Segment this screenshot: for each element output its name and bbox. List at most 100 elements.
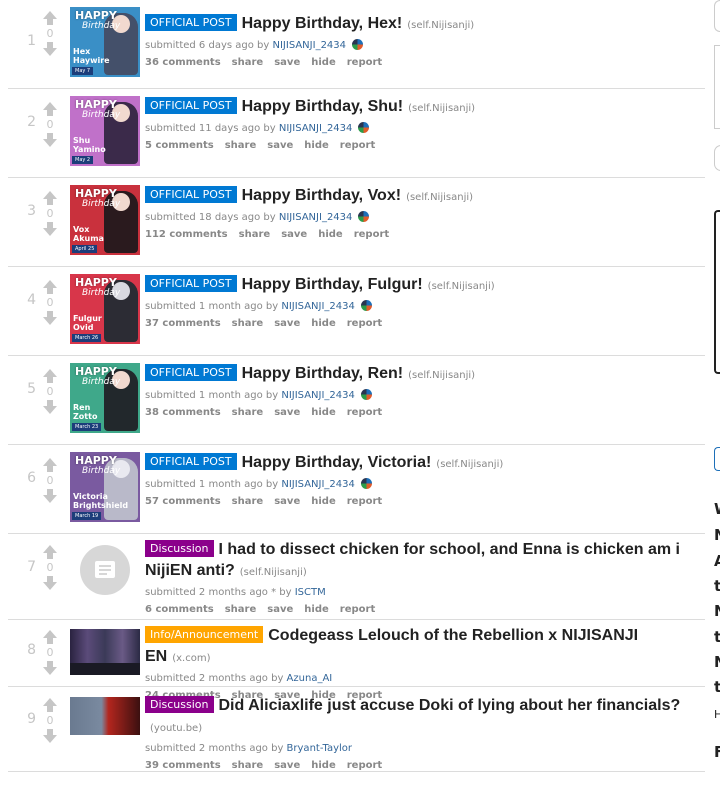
report-button[interactable]: report <box>340 604 375 615</box>
report-button[interactable]: report <box>347 318 382 329</box>
report-button[interactable]: report <box>347 57 382 68</box>
post-thumbnail[interactable] <box>70 697 140 735</box>
share-button[interactable]: share <box>232 57 264 68</box>
post-title[interactable]: Did Aliciaxlife just accuse Doki of lyin… <box>219 697 681 714</box>
post-thumbnail[interactable]: HAPPY Birthday Fulgur Ovid March 26 <box>70 274 140 344</box>
post-title[interactable]: Happy Birthday, Shu! <box>242 98 404 115</box>
save-button[interactable]: save <box>267 140 293 151</box>
share-button[interactable]: share <box>239 229 271 240</box>
downvote-icon[interactable] <box>41 489 59 503</box>
self-post-icon[interactable] <box>80 545 130 595</box>
post-title[interactable]: Happy Birthday, Fulgur! <box>242 276 423 293</box>
official-post-flair[interactable]: OFFICIAL POST <box>145 275 237 292</box>
downvote-icon[interactable] <box>41 400 59 414</box>
upvote-icon[interactable] <box>41 458 59 472</box>
comments-link[interactable]: 5 comments <box>145 140 214 151</box>
downvote-icon[interactable] <box>41 661 59 675</box>
upvote-icon[interactable] <box>41 545 59 559</box>
report-button[interactable]: report <box>347 496 382 507</box>
downvote-icon[interactable] <box>41 576 59 590</box>
report-button[interactable]: report <box>347 407 382 418</box>
share-button[interactable]: share <box>232 496 264 507</box>
post-domain[interactable]: (self.Nijisanji) <box>436 459 503 470</box>
hide-button[interactable]: hide <box>318 229 343 240</box>
post-domain[interactable]: (self.Nijisanji) <box>428 281 495 292</box>
save-button[interactable]: save <box>274 496 300 507</box>
author-link[interactable]: NIJISANJI_2434 <box>281 479 355 490</box>
save-button[interactable]: save <box>267 604 293 615</box>
post-title[interactable]: I had to dissect chicken for school, and… <box>145 541 680 579</box>
author-link[interactable]: NIJISANJI_2434 <box>279 123 353 134</box>
post-thumbnail[interactable]: HAPPY Birthday Victoria Brightshield Mar… <box>70 452 140 522</box>
hide-button[interactable]: hide <box>304 604 329 615</box>
upvote-icon[interactable] <box>41 191 59 205</box>
hide-button[interactable]: hide <box>311 57 336 68</box>
post-thumbnail[interactable]: HAPPY Birthday Shu Yamino May 2 <box>70 96 140 166</box>
official-post-flair[interactable]: OFFICIAL POST <box>145 364 237 381</box>
discussion-flair[interactable]: Discussion <box>145 540 214 557</box>
official-post-flair[interactable]: OFFICIAL POST <box>145 97 237 114</box>
hide-button[interactable]: hide <box>311 760 336 771</box>
author-link[interactable]: NIJISANJI_2434 <box>281 301 355 312</box>
post-title[interactable]: Happy Birthday, Vox! <box>242 187 401 204</box>
save-button[interactable]: save <box>274 760 300 771</box>
official-post-flair[interactable]: OFFICIAL POST <box>145 186 237 203</box>
hide-button[interactable]: hide <box>311 496 336 507</box>
downvote-icon[interactable] <box>41 133 59 147</box>
share-button[interactable]: share <box>232 318 264 329</box>
post-title[interactable]: Happy Birthday, Hex! <box>242 15 403 32</box>
hide-button[interactable]: hide <box>304 140 329 151</box>
downvote-icon[interactable] <box>41 42 59 56</box>
official-post-flair[interactable]: OFFICIAL POST <box>145 14 237 31</box>
author-link[interactable]: NIJISANJI_2434 <box>281 390 355 401</box>
post-domain[interactable]: (self.Nijisanji) <box>240 567 307 578</box>
post-title[interactable]: Happy Birthday, Ren! <box>242 365 404 382</box>
save-button[interactable]: save <box>274 407 300 418</box>
upvote-icon[interactable] <box>41 698 59 712</box>
upvote-icon[interactable] <box>41 11 59 25</box>
post-domain[interactable]: (self.Nijisanji) <box>406 192 473 203</box>
report-button[interactable]: report <box>347 760 382 771</box>
comments-link[interactable]: 57 comments <box>145 496 221 507</box>
post-thumbnail[interactable]: HAPPY Birthday Vox Akuma April 25 <box>70 185 140 255</box>
comments-link[interactable]: 112 comments <box>145 229 228 240</box>
author-link[interactable]: NIJISANJI_2434 <box>272 40 346 51</box>
comments-link[interactable]: 6 comments <box>145 604 214 615</box>
save-button[interactable]: save <box>274 318 300 329</box>
sidebar-blue-button[interactable] <box>714 447 720 471</box>
discussion-flair[interactable]: Discussion <box>145 696 214 713</box>
share-button[interactable]: share <box>232 407 264 418</box>
post-domain[interactable]: (youtu.be) <box>150 723 202 734</box>
upvote-icon[interactable] <box>41 369 59 383</box>
comments-link[interactable]: 38 comments <box>145 407 221 418</box>
post-domain[interactable]: (self.Nijisanji) <box>407 20 474 31</box>
post-domain[interactable]: (self.Nijisanji) <box>408 103 475 114</box>
upvote-icon[interactable] <box>41 280 59 294</box>
post-thumbnail[interactable]: HAPPY Birthday Hex Haywire May 7 <box>70 7 140 77</box>
hide-button[interactable]: hide <box>311 318 336 329</box>
report-button[interactable]: report <box>340 140 375 151</box>
upvote-icon[interactable] <box>41 630 59 644</box>
share-button[interactable]: share <box>232 760 264 771</box>
official-post-flair[interactable]: OFFICIAL POST <box>145 453 237 470</box>
post-thumbnail[interactable] <box>70 629 140 675</box>
author-link[interactable]: NIJISANJI_2434 <box>279 212 353 223</box>
save-button[interactable]: save <box>274 57 300 68</box>
save-button[interactable]: save <box>281 229 307 240</box>
report-button[interactable]: report <box>354 229 389 240</box>
post-title[interactable]: Happy Birthday, Victoria! <box>242 454 432 471</box>
comments-link[interactable]: 36 comments <box>145 57 221 68</box>
comments-link[interactable]: 37 comments <box>145 318 221 329</box>
downvote-icon[interactable] <box>41 311 59 325</box>
upvote-icon[interactable] <box>41 102 59 116</box>
post-domain[interactable]: (self.Nijisanji) <box>408 370 475 381</box>
author-link[interactable]: Bryant-Taylor <box>287 743 352 754</box>
share-button[interactable]: share <box>225 604 257 615</box>
hide-button[interactable]: hide <box>311 407 336 418</box>
post-thumbnail[interactable]: HAPPY Birthday Ren Zotto March 23 <box>70 363 140 433</box>
author-link[interactable]: Azuna_AI <box>287 673 333 684</box>
post-domain[interactable]: (x.com) <box>172 653 210 664</box>
author-link[interactable]: ISCTM <box>295 587 326 598</box>
comments-link[interactable]: 39 comments <box>145 760 221 771</box>
share-button[interactable]: share <box>225 140 257 151</box>
